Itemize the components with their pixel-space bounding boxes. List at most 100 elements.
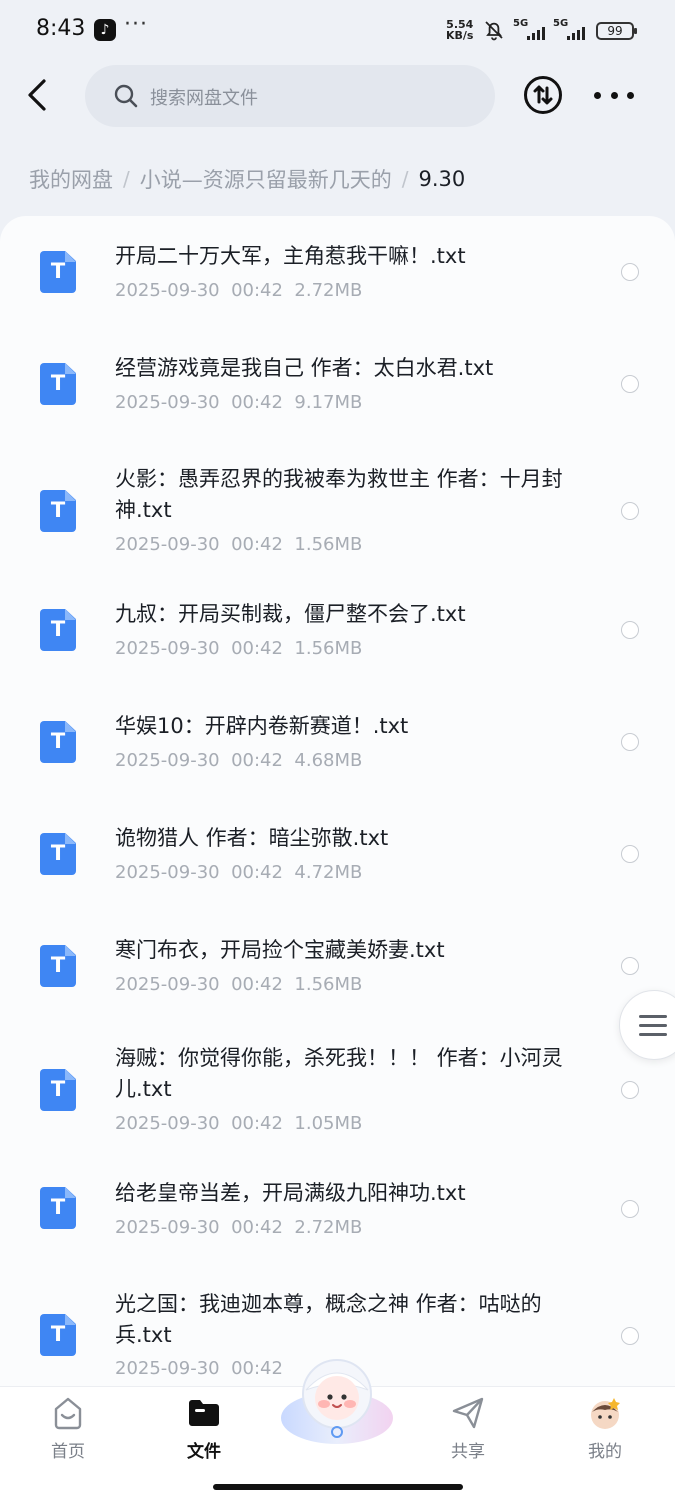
file-time: 00:42 (231, 638, 283, 659)
file-name: 海贼：你觉得你能，杀死我！！！ 作者：小河灵儿.txt (115, 1046, 563, 1101)
txt-file-icon: T (40, 251, 76, 293)
file-size: 1.56MB (294, 974, 363, 995)
select-checkbox[interactable] (621, 502, 639, 520)
file-meta: 2025-09-30 00:42 1.56MB (115, 534, 362, 555)
file-size: 1.56MB (294, 534, 363, 555)
txt-file-icon: T (40, 490, 76, 532)
network-speed: 5.54 KB/s (446, 19, 473, 41)
select-checkbox[interactable] (621, 621, 639, 639)
file-size: 1.05MB (294, 1113, 363, 1134)
file-date: 2025-09-30 (115, 974, 220, 995)
file-date: 2025-09-30 (115, 1358, 220, 1379)
chevron-left-icon (28, 79, 46, 111)
file-row[interactable]: T 火影：愚弄忍界的我被奉为救世主 作者：十月封神.txt 2025-09-30… (0, 440, 675, 582)
file-meta: 2025-09-30 00:42 9.17MB (115, 392, 362, 413)
file-date: 2025-09-30 (115, 862, 220, 883)
status-overflow-icon: ··· (124, 12, 148, 37)
file-time: 00:42 (231, 750, 283, 771)
file-row[interactable]: T 开局二十万大军，主角惹我干嘛！.txt 2025-09-30 00:42 2… (0, 216, 675, 328)
select-checkbox[interactable] (621, 957, 639, 975)
tiktok-icon: ♪ (94, 19, 116, 41)
file-meta: 2025-09-30 00:42 1.05MB (115, 1113, 362, 1134)
file-row[interactable]: T 九叔：开局买制裁，僵尸整不会了.txt 2025-09-30 00:42 1… (0, 582, 675, 694)
file-time: 00:42 (231, 1113, 283, 1134)
file-row[interactable]: T 海贼：你觉得你能，杀死我！！！ 作者：小河灵儿.txt 2025-09-30… (0, 1030, 675, 1176)
file-time: 00:42 (231, 1217, 283, 1238)
file-meta: 2025-09-30 00:42 (115, 1358, 294, 1379)
file-row[interactable]: T 华娱10：开辟内卷新赛道！.txt 2025-09-30 00:42 4.6… (0, 694, 675, 806)
file-name: 开局二十万大军，主角惹我干嘛！.txt (115, 244, 466, 268)
file-date: 2025-09-30 (115, 280, 220, 301)
file-date: 2025-09-30 (115, 534, 220, 555)
select-checkbox[interactable] (621, 1327, 639, 1345)
file-date: 2025-09-30 (115, 1217, 220, 1238)
file-row[interactable]: T 诡物猎人 作者：暗尘弥散.txt 2025-09-30 00:42 4.72… (0, 806, 675, 918)
more-button[interactable] (594, 82, 634, 108)
select-checkbox[interactable] (621, 375, 639, 393)
file-row[interactable]: T 经营游戏竟是我自己 作者：太白水君.txt 2025-09-30 00:42… (0, 328, 675, 440)
select-checkbox[interactable] (621, 733, 639, 751)
select-checkbox[interactable] (621, 845, 639, 863)
breadcrumb-separator: / (401, 167, 409, 191)
file-date: 2025-09-30 (115, 750, 220, 771)
file-meta: 2025-09-30 00:42 1.56MB (115, 974, 362, 995)
battery-icon: 99 (596, 22, 637, 40)
file-time: 00:42 (231, 974, 283, 995)
file-time: 00:42 (231, 280, 283, 301)
nav-item-share[interactable]: 共享 (428, 1395, 508, 1465)
nav-item-me[interactable]: 我的 (565, 1395, 645, 1465)
network-type-1: 5G (513, 18, 529, 29)
more-icon (594, 91, 601, 99)
search-placeholder: 搜索网盘文件 (150, 88, 258, 109)
transfer-icon (533, 85, 553, 105)
txt-file-icon: T (40, 833, 76, 875)
home-icon (54, 1397, 82, 1430)
file-date: 2025-09-30 (115, 638, 220, 659)
search-input[interactable]: 搜索网盘文件 (85, 65, 495, 127)
txt-file-icon: T (40, 721, 76, 763)
breadcrumb-item-folder[interactable]: 小说—资源只留最新几天的 (140, 164, 392, 194)
file-meta: 2025-09-30 00:42 4.68MB (115, 750, 362, 771)
avatar-icon (591, 1398, 620, 1429)
file-time: 00:42 (231, 1358, 283, 1379)
nav-label-share: 共享 (451, 1442, 485, 1462)
select-checkbox[interactable] (621, 1200, 639, 1218)
file-meta: 2025-09-30 00:42 2.72MB (115, 280, 362, 301)
select-checkbox[interactable] (621, 1081, 639, 1099)
txt-file-icon: T (40, 363, 76, 405)
select-checkbox[interactable] (621, 263, 639, 281)
home-indicator (213, 1484, 463, 1490)
file-size: 2.72MB (294, 1217, 363, 1238)
file-time: 00:42 (231, 862, 283, 883)
txt-file-icon: T (40, 609, 76, 651)
file-size: 2.72MB (294, 280, 363, 301)
file-row[interactable]: T 给老皇帝当差，开局满级九阳神功.txt 2025-09-30 00:42 2… (0, 1176, 675, 1276)
file-time: 00:42 (231, 392, 283, 413)
nav-item-files[interactable]: 文件 (164, 1395, 244, 1465)
network-type-2: 5G (553, 18, 569, 29)
file-name: 寒门布衣，开局捡个宝藏美娇妻.txt (115, 938, 445, 962)
transfer-button[interactable] (524, 76, 562, 114)
nav-label-me: 我的 (588, 1442, 622, 1462)
file-row[interactable]: T 寒门布衣，开局捡个宝藏美娇妻.txt 2025-09-30 00:42 1.… (0, 918, 675, 1030)
txt-file-icon: T (40, 1314, 76, 1356)
file-name: 诡物猎人 作者：暗尘弥散.txt (115, 826, 389, 850)
breadcrumb-item-root[interactable]: 我的网盘 (29, 164, 113, 194)
file-meta: 2025-09-30 00:42 1.56MB (115, 638, 362, 659)
nav-item-home[interactable]: 首页 (28, 1395, 108, 1465)
mute-bell-icon (485, 21, 503, 41)
nav-label-files: 文件 (187, 1442, 221, 1462)
status-time: 8:43 (36, 16, 86, 41)
txt-file-icon: T (40, 1069, 76, 1111)
mascot-button[interactable] (278, 1352, 396, 1448)
file-name: 经营游戏竟是我自己 作者：太白水君.txt (115, 356, 494, 380)
status-bar: 8:43 ♪ ··· 5.54 KB/s 5G 5G 99 (0, 0, 675, 60)
menu-icon (639, 1015, 667, 1018)
breadcrumb: 我的网盘 / 小说—资源只留最新几天的 / 9.30 (29, 162, 465, 196)
file-size: 4.72MB (294, 862, 363, 883)
file-date: 2025-09-30 (115, 1113, 220, 1134)
file-date: 2025-09-30 (115, 392, 220, 413)
back-button[interactable] (20, 75, 56, 115)
file-list: T 开局二十万大军，主角惹我干嘛！.txt 2025-09-30 00:42 2… (0, 216, 675, 1386)
file-size: 4.68MB (294, 750, 363, 771)
